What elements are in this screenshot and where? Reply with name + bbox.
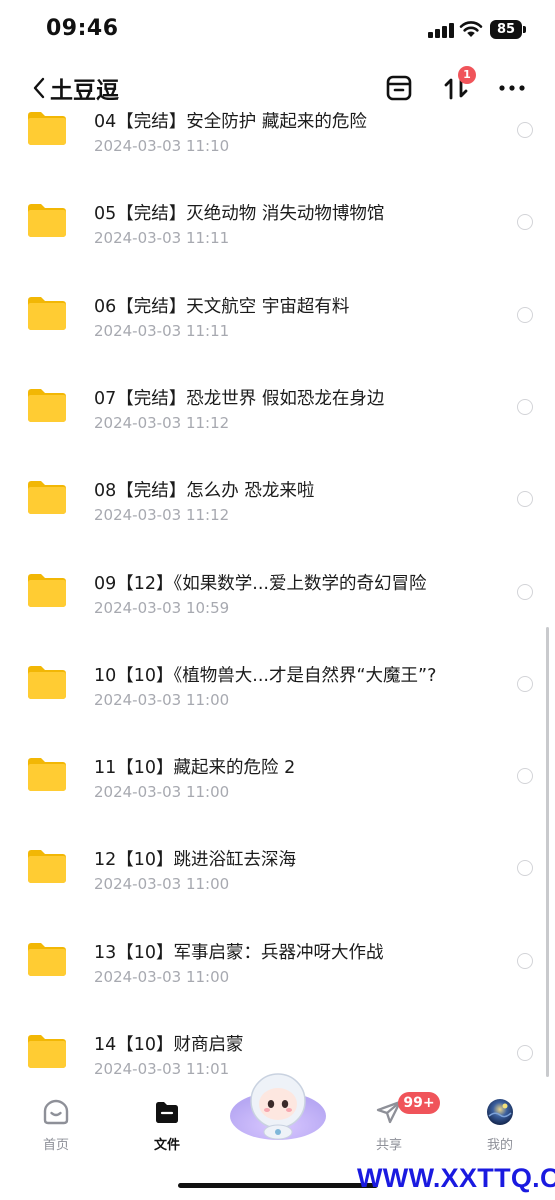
file-name: 09【12】《如果数学...爱上数学的奇幻冒险	[94, 573, 427, 594]
share-badge: 99+	[398, 1092, 440, 1114]
cellular-signal-icon	[428, 22, 454, 38]
folder-icon	[28, 665, 66, 699]
folder-icon	[28, 112, 66, 145]
file-date: 2024-03-03 11:01	[94, 1060, 230, 1078]
file-date: 2024-03-03 11:12	[94, 506, 230, 525]
file-name: 13【10】军事启蒙：兵器冲呀大作战	[94, 942, 384, 963]
wifi-icon	[459, 21, 483, 37]
folder-icon	[28, 296, 66, 330]
file-date: 2024-03-03 11:11	[94, 229, 230, 248]
select-radio[interactable]	[517, 491, 533, 508]
select-radio[interactable]	[517, 583, 533, 600]
file-date: 2024-03-03 11:12	[94, 413, 230, 432]
file-list-item[interactable]: 08【完结】怎么办 恐龙来啦 2024-03-03 11:12	[0, 453, 555, 545]
folder-icon	[28, 1035, 66, 1068]
select-radio[interactable]	[517, 306, 533, 323]
tab-home[interactable]: 首页	[16, 1088, 96, 1158]
file-list-item[interactable]: 13【10】军事启蒙：兵器冲呀大作战 2024-03-03 11:00	[0, 915, 555, 1007]
file-name: 07【完结】恐龙世界 假如恐龙在身边	[94, 388, 385, 409]
battery-nub	[523, 26, 526, 33]
file-list-item[interactable]: 11【10】藏起来的危险 2 2024-03-03 11:00	[0, 730, 555, 822]
file-name: 04【完结】安全防护 藏起来的危险	[94, 112, 367, 132]
scrollbar[interactable]	[546, 627, 549, 1077]
select-radio[interactable]	[517, 860, 533, 877]
battery-indicator: 85	[490, 20, 522, 39]
file-date: 2024-03-03 11:11	[94, 321, 230, 340]
file-name: 06【完结】天文航空 宇宙超有料	[94, 296, 350, 317]
select-radio[interactable]	[517, 675, 533, 692]
home-icon	[43, 1099, 69, 1125]
select-radio[interactable]	[517, 122, 533, 138]
file-list-item[interactable]: 12【10】跳进浴缸去深海 2024-03-03 11:00	[0, 822, 555, 914]
tab-home-label: 首页	[42, 1138, 69, 1153]
file-date: 2024-03-03 11:00	[94, 690, 230, 709]
file-date: 2024-03-03 11:00	[94, 783, 230, 802]
folder-icon	[28, 850, 66, 884]
folder-icon	[28, 573, 66, 607]
file-date: 2024-03-03 11:00	[94, 967, 230, 986]
select-radio[interactable]	[517, 398, 533, 415]
file-list-item[interactable]: 04【完结】安全防护 藏起来的危险 2024-03-03 11:10	[0, 84, 555, 176]
watermark-text: WWW.XXTTQ.COM	[357, 1163, 555, 1193]
file-name: 05【完结】灭绝动物 消失动物博物馆	[94, 204, 385, 225]
file-list-item[interactable]: 07【完结】恐龙世界 假如恐龙在身边 2024-03-03 11:12	[0, 361, 555, 453]
folder-icon	[28, 481, 66, 515]
file-list-item[interactable]: 05【完结】灭绝动物 消失动物博物馆 2024-03-03 11:11	[0, 176, 555, 268]
mascot-center-button[interactable]	[228, 1068, 328, 1140]
select-radio[interactable]	[517, 1045, 533, 1061]
home-indicator[interactable]	[178, 1183, 378, 1188]
status-time: 09:46	[46, 16, 119, 41]
file-list-item[interactable]: 10【10】《植物兽大...才是自然界“大魔王”? 2024-03-03 11:0…	[0, 638, 555, 730]
file-list-item[interactable]: 09【12】《如果数学...爱上数学的奇幻冒险 2024-03-03 10:59	[0, 546, 555, 638]
folder-icon	[156, 1102, 178, 1123]
tab-profile[interactable]: 我的	[460, 1088, 540, 1158]
folder-icon	[28, 942, 66, 976]
status-bar: 09:46 85	[0, 0, 555, 60]
select-radio[interactable]	[517, 768, 533, 785]
tab-files-label: 文件	[153, 1138, 180, 1153]
file-name: 12【10】跳进浴缸去深海	[94, 850, 297, 871]
avatar-icon	[487, 1099, 513, 1125]
select-radio[interactable]	[517, 952, 533, 969]
file-date: 2024-03-03 10:59	[94, 598, 230, 617]
select-radio[interactable]	[517, 214, 533, 231]
file-date: 2024-03-03 11:10	[94, 137, 230, 155]
file-date: 2024-03-03 11:00	[94, 875, 230, 894]
file-name: 10【10】《植物兽大...才是自然界“大魔王”?	[94, 665, 437, 686]
tab-profile-label: 我的	[486, 1138, 513, 1153]
file-browser-screen: 09:46 85 土豆逗 1 04【完结】安全防护 藏起来的危险 2024-03…	[0, 0, 555, 1200]
folder-icon	[28, 388, 66, 422]
tab-files[interactable]: 文件	[127, 1088, 207, 1158]
file-list-item[interactable]: 06【完结】天文航空 宇宙超有料 2024-03-03 11:11	[0, 269, 555, 361]
folder-icon	[28, 758, 66, 792]
file-name: 14【10】财商启蒙	[94, 1035, 244, 1055]
file-name: 11【10】藏起来的危险 2	[94, 758, 296, 779]
file-name: 08【完结】怎么办 恐龙来啦	[94, 481, 315, 502]
tab-share-label: 共享	[375, 1138, 402, 1153]
transfer-badge: 1	[458, 66, 476, 84]
folder-icon	[28, 204, 66, 238]
